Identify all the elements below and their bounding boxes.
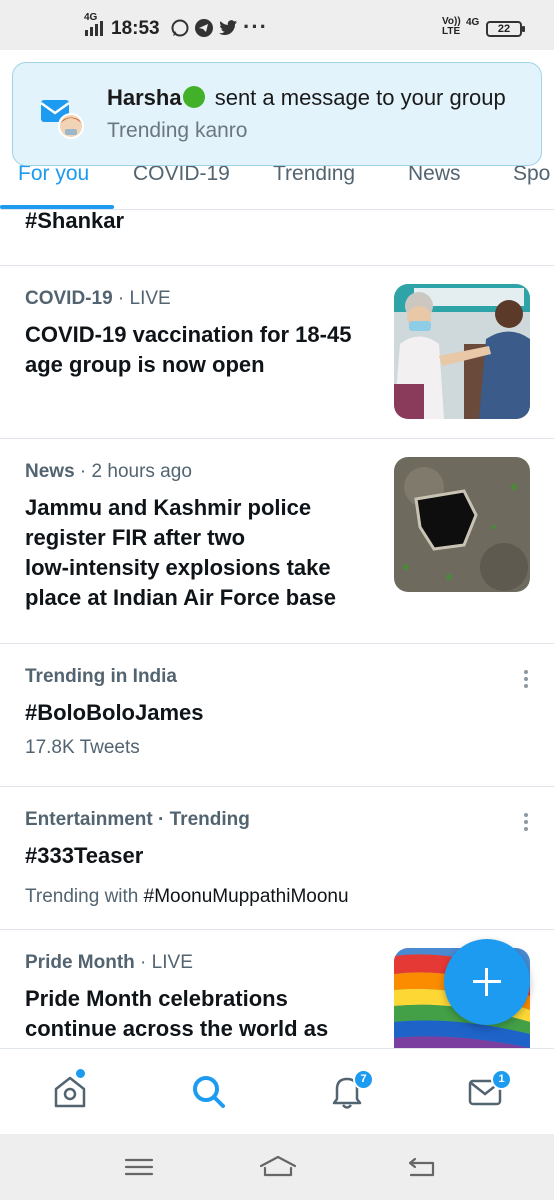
news-headline: COVID-19 vaccination for 18-45 age group…	[25, 320, 351, 380]
notification-group: Trending kanro	[107, 119, 248, 142]
green-circle-emoji	[182, 86, 205, 108]
status-bar: 4G 18:53 ··· Vo)) LTE 4G 22	[0, 0, 554, 50]
search-icon	[193, 1076, 225, 1108]
list-item-partial[interactable]: #Shankar	[0, 208, 554, 266]
news-category: Pride Month	[25, 952, 135, 973]
whatsapp-icon	[171, 19, 189, 37]
headline-line: place at Indian Air Force base	[25, 585, 336, 610]
trend-context: Trending in India	[25, 666, 177, 687]
nav-search[interactable]	[188, 1071, 228, 1111]
meta-separator: ·	[112, 288, 130, 309]
trend-headline: #BoloBoloJames	[25, 700, 204, 725]
telegram-icon	[195, 19, 213, 37]
news-status: 2 hours ago	[91, 461, 192, 482]
nav-notifications[interactable]: 7	[327, 1069, 374, 1111]
messages-badge: 1	[491, 1069, 512, 1090]
news-headline: Jammu and Kashmir police register FIR af…	[25, 493, 336, 613]
home-icon	[54, 1076, 86, 1108]
back-icon[interactable]	[405, 1152, 437, 1182]
more-options-icon[interactable]	[523, 811, 529, 833]
network-type: 4G	[84, 12, 98, 23]
notification-message: sent a message to your group	[208, 85, 506, 110]
trend-tweet-count: 17.8K Tweets	[25, 737, 140, 758]
headline-line: Pride Month celebrations	[25, 986, 288, 1011]
headline-line: age group is now open	[25, 352, 265, 377]
bottom-nav: 7 1	[0, 1048, 554, 1134]
volte-indicator: Vo)) LTE	[442, 17, 461, 37]
trending-with-label: Trending with	[25, 886, 144, 907]
headline-line: continue across the world as	[25, 1016, 329, 1041]
trending-with-hashtag[interactable]: #MoonuMuppathiMoonu	[144, 886, 349, 907]
compose-button[interactable]	[444, 939, 530, 1025]
notifications-badge: 7	[353, 1069, 374, 1090]
news-meta: COVID-19 · LIVE	[25, 288, 171, 310]
volte-bottom: LTE	[442, 26, 461, 37]
headline-line: low-intensity explosions take	[25, 555, 331, 580]
more-notifications-indicator: ···	[243, 14, 268, 39]
news-headline: Pride Month celebrations continue across…	[25, 984, 328, 1044]
network-type-right: 4G	[466, 17, 480, 28]
news-thumbnail	[394, 457, 530, 592]
home-system-icon[interactable]	[258, 1152, 298, 1182]
notification-title: Harsha sent a message to your group	[107, 85, 506, 111]
headline-line: COVID-19 vaccination for 18-45	[25, 322, 352, 347]
clock: 18:53	[111, 18, 160, 39]
news-item-jk[interactable]: News · 2 hours ago Jammu and Kashmir pol…	[0, 439, 554, 644]
news-category: COVID-19	[25, 288, 113, 309]
trend-headline: #Shankar	[25, 208, 125, 233]
notification-banner[interactable]: Harsha sent a message to your group Tren…	[12, 62, 542, 166]
headline-line: Jammu and Kashmir police	[25, 495, 312, 520]
news-thumbnail	[394, 284, 530, 419]
nav-messages[interactable]: 1	[465, 1069, 512, 1111]
message-notification-icon	[40, 100, 84, 139]
news-meta: Pride Month · LIVE	[25, 952, 193, 974]
news-item-covid[interactable]: COVID-19 · LIVE COVID-19 vaccination for…	[0, 266, 554, 439]
system-nav-bar	[0, 1134, 554, 1200]
menu-icon[interactable]	[123, 1152, 155, 1182]
trending-with: Trending with #MoonuMuppathiMoonu	[25, 886, 349, 908]
notification-sender: Harsha	[107, 85, 182, 110]
nav-home[interactable]	[50, 1069, 90, 1111]
trend-item-bolobolojames[interactable]: Trending in India #BoloBoloJames 17.8K T…	[0, 644, 554, 787]
battery-icon: 22	[486, 21, 525, 37]
more-options-icon[interactable]	[523, 668, 529, 690]
trend-item-333teaser[interactable]: Entertainment · Trending #333Teaser Tren…	[0, 787, 554, 930]
news-category: News	[25, 461, 75, 482]
news-status: LIVE	[129, 288, 171, 309]
news-meta: News · 2 hours ago	[25, 461, 192, 483]
trend-context: Entertainment · Trending	[25, 809, 250, 830]
meta-separator: ·	[74, 461, 92, 482]
trend-headline: #333Teaser	[25, 843, 144, 868]
meta-separator: ·	[134, 952, 152, 973]
twitter-icon	[219, 20, 237, 35]
home-new-indicator	[76, 1069, 85, 1078]
news-status: LIVE	[151, 952, 193, 973]
headline-line: register FIR after two	[25, 525, 246, 550]
